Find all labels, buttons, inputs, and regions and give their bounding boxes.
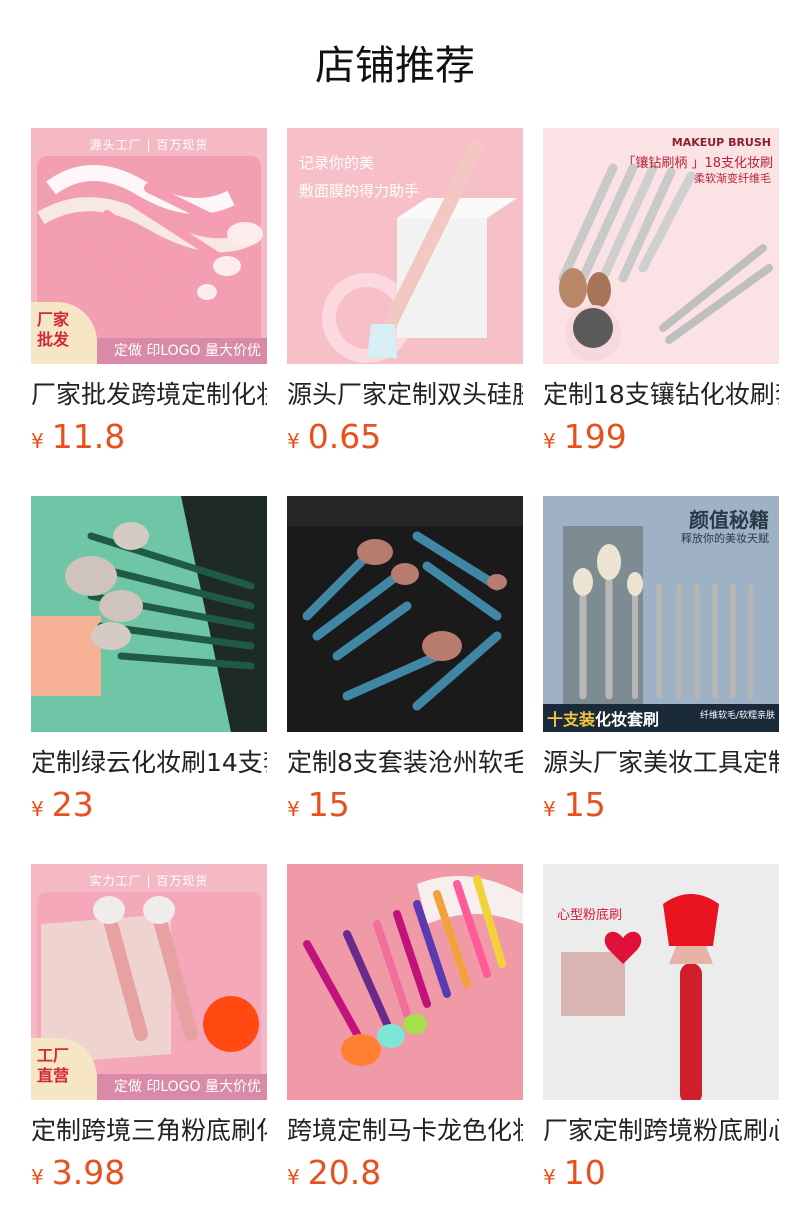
product-card[interactable]: 记录你的美 敷面膜的得力助手 源头厂家定制双头硅胶面膜刷 ¥0.65 xyxy=(287,128,523,456)
product-name[interactable]: 跨境定制马卡龙色化妆刷 xyxy=(287,1114,523,1148)
thumb-tag-en: MAKEUP BRUSH xyxy=(671,136,771,149)
thumb-strip: 定做 印LOGO 量大价优 xyxy=(97,1074,267,1100)
price-value: 15 xyxy=(563,785,606,824)
product-price: ¥3.98 xyxy=(31,1154,125,1198)
product-name[interactable]: 定制8支套装沧州软毛化妆刷 xyxy=(287,746,523,780)
thumb-bottom-highlight: 十支装 xyxy=(547,710,596,729)
thumb-tag-sub: 柔软渐变纤维毛 xyxy=(694,172,771,185)
currency-symbol: ¥ xyxy=(543,429,556,453)
product-price: ¥15 xyxy=(287,786,350,830)
product-price: ¥10 xyxy=(543,1154,606,1198)
product-image[interactable]: 颜值秘籍 释放你的美妆天赋 十支装化妆套刷 纤维软毛/软糯亲肤 xyxy=(543,496,779,732)
product-card[interactable]: 跨境定制马卡龙色化妆刷 ¥20.8 xyxy=(287,864,523,1192)
thumb-banner: 源头工厂 | 百万现货 xyxy=(89,138,209,152)
price-value: 20.8 xyxy=(307,1153,382,1192)
currency-symbol: ¥ xyxy=(543,1165,556,1189)
thumb-bottom-note: 纤维软毛/软糯亲肤 xyxy=(699,711,775,721)
price-value: 15 xyxy=(307,785,350,824)
product-name[interactable]: 源头厂家美妆工具定制化妆刷 xyxy=(543,746,779,780)
thumb-subheadline: 释放你的美妆天赋 xyxy=(681,532,769,545)
product-name[interactable]: 厂家定制跨境粉底刷心型 xyxy=(543,1114,779,1148)
product-card[interactable]: MAKEUP BRUSH 「镶钻刷柄 」18支化妆刷 柔软渐变纤维毛 定制18支… xyxy=(543,128,779,456)
currency-symbol: ¥ xyxy=(287,1165,300,1189)
currency-symbol: ¥ xyxy=(31,1165,44,1189)
thumb-headline: 记录你的美 xyxy=(299,154,375,172)
price-value: 10 xyxy=(563,1153,606,1192)
price-value: 199 xyxy=(563,417,627,456)
product-card[interactable]: 定制绿云化妆刷14支套装 ¥23 xyxy=(31,496,267,824)
currency-symbol: ¥ xyxy=(31,429,44,453)
thumb-tag-cn: 「镶钻刷柄 」18支化妆刷 xyxy=(622,156,773,171)
product-price: ¥15 xyxy=(543,786,606,830)
currency-symbol: ¥ xyxy=(543,797,556,821)
product-image[interactable]: 实力工厂 | 百万现货 工厂 直营 定做 印LOGO 量大价优 xyxy=(31,864,267,1100)
product-image[interactable]: 源头工厂 | 百万现货 厂家 批发 定做 印LOGO 量大价优 xyxy=(31,128,267,364)
product-name[interactable]: 定制18支镶钻化妆刷套装 xyxy=(543,378,779,412)
price-value: 0.65 xyxy=(307,417,382,456)
thumb-bottom-title: 十支装化妆套刷 xyxy=(547,706,659,730)
thumb-banner: 实力工厂 | 百万现货 xyxy=(89,874,209,888)
product-card[interactable]: 心型粉底刷 厂家定制跨境粉底刷心型 ¥10 xyxy=(543,864,779,1192)
product-image[interactable]: 记录你的美 敷面膜的得力助手 xyxy=(287,128,523,364)
currency-symbol: ¥ xyxy=(287,429,300,453)
product-price: ¥0.65 xyxy=(287,418,381,462)
product-card[interactable]: 实力工厂 | 百万现货 工厂 直营 定做 印LOGO 量大价优 定制跨境三角粉底… xyxy=(31,864,267,1192)
product-name[interactable]: 定制跨境三角粉底刷化妆刷 xyxy=(31,1114,267,1148)
product-image[interactable] xyxy=(31,496,267,732)
product-image[interactable] xyxy=(287,496,523,732)
product-name[interactable]: 厂家批发跨境定制化妆刷 xyxy=(31,378,267,412)
thumb-strip: 定做 印LOGO 量大价优 xyxy=(97,338,267,364)
product-image[interactable] xyxy=(287,864,523,1100)
product-card[interactable]: 源头工厂 | 百万现货 厂家 批发 定做 印LOGO 量大价优 厂家批发跨境定制… xyxy=(31,128,267,456)
product-price: ¥23 xyxy=(31,786,94,830)
price-value: 11.8 xyxy=(51,417,126,456)
price-value: 23 xyxy=(51,785,94,824)
product-image[interactable]: MAKEUP BRUSH 「镶钻刷柄 」18支化妆刷 柔软渐变纤维毛 xyxy=(543,128,779,364)
thumb-headline: 颜值秘籍 xyxy=(689,508,769,532)
thumb-bottom-rest: 化妆套刷 xyxy=(595,710,660,729)
thumb-subheadline: 敷面膜的得力助手 xyxy=(299,182,420,200)
price-value: 3.98 xyxy=(51,1153,126,1192)
currency-symbol: ¥ xyxy=(31,797,44,821)
product-price: ¥199 xyxy=(543,418,627,462)
thumb-label: 心型粉底刷 xyxy=(557,908,623,923)
currency-symbol: ¥ xyxy=(287,797,300,821)
product-price: ¥20.8 xyxy=(287,1154,381,1198)
product-card[interactable]: 颜值秘籍 释放你的美妆天赋 十支装化妆套刷 纤维软毛/软糯亲肤 源头厂家美妆工具… xyxy=(543,496,779,824)
product-image[interactable]: 心型粉底刷 xyxy=(543,864,779,1100)
product-card[interactable]: 定制8支套装沧州软毛化妆刷 ¥15 xyxy=(287,496,523,824)
product-name[interactable]: 源头厂家定制双头硅胶面膜刷 xyxy=(287,378,523,412)
product-name[interactable]: 定制绿云化妆刷14支套装 xyxy=(31,746,267,780)
page-title: 店铺推荐 xyxy=(315,43,475,89)
product-price: ¥11.8 xyxy=(31,418,125,462)
